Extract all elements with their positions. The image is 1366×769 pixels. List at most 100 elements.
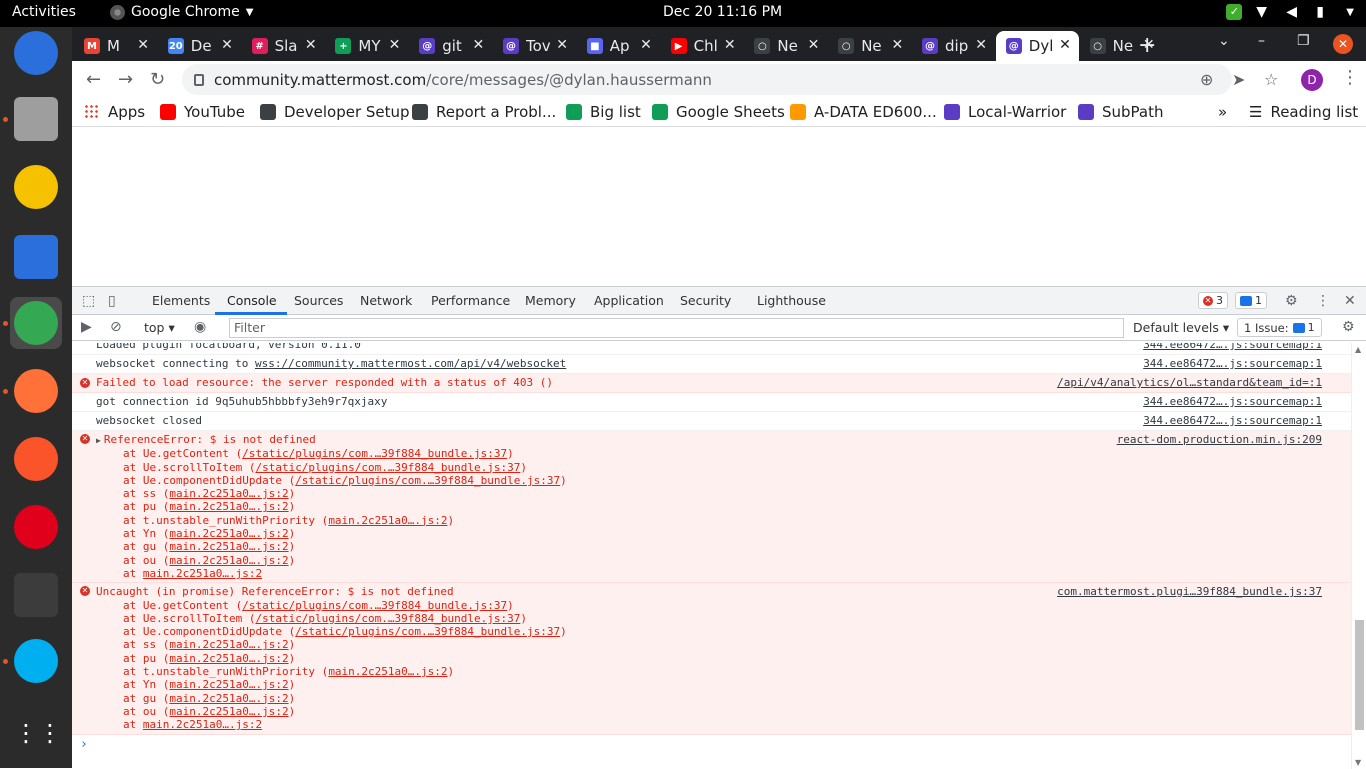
scroll-up-icon[interactable]: ▲ (1355, 345, 1361, 354)
dock-item[interactable] (10, 231, 62, 283)
bookmark-item[interactable]: Big list (566, 103, 641, 121)
dock-item[interactable] (10, 501, 62, 553)
browser-tab[interactable]: # Sla ✕ (242, 31, 325, 61)
stack-frame-link[interactable]: /static/plugins/com.…39f884_bundle.js:37 (295, 474, 560, 487)
browser-tab[interactable]: @ dip ✕ (912, 31, 995, 61)
tab-close-icon[interactable]: ✕ (1143, 37, 1155, 53)
browser-tab[interactable]: ○ Ne ✕ (744, 31, 827, 61)
stack-frame-link[interactable]: main.2c251a0….js:2 (328, 514, 447, 527)
scroll-down-icon[interactable]: ▼ (1355, 758, 1361, 767)
bookmark-item[interactable]: Developer Setup (260, 103, 410, 121)
tab-close-icon[interactable]: ✕ (137, 37, 149, 53)
address-bar[interactable]: community.mattermost.com/core/messages/@… (182, 64, 1232, 95)
tab-close-icon[interactable]: ✕ (389, 37, 401, 53)
browser-tab[interactable]: @ git ✕ (409, 31, 492, 61)
devtools-tab-application[interactable]: Application (594, 293, 664, 308)
dock-item[interactable] (10, 27, 62, 79)
stack-frame-link[interactable]: main.2c251a0….js:2 (143, 718, 262, 731)
stack-frame-link[interactable]: main.2c251a0….js:2 (169, 554, 288, 567)
maximize-button[interactable]: ❐ (1297, 33, 1310, 49)
console-source-link[interactable]: react-dom.production.min.js:209 (1117, 433, 1322, 446)
reload-icon[interactable]: ↻ (150, 69, 165, 90)
stack-frame-link[interactable]: main.2c251a0….js:2 (169, 487, 288, 500)
tab-close-icon[interactable]: ✕ (640, 37, 652, 53)
browser-tab[interactable]: M M ✕ (74, 31, 157, 61)
console-source-link[interactable]: 344.ee86472….js:sourcemap:1 (1143, 412, 1322, 430)
chrome-menu-icon[interactable]: ⋮ (1341, 67, 1359, 88)
back-icon[interactable]: ← (86, 69, 101, 90)
stack-frame-link[interactable]: main.2c251a0….js:2 (169, 500, 288, 513)
stack-frame-link[interactable]: /static/plugins/com.…39f884_bundle.js:37 (295, 625, 560, 638)
dock-item[interactable] (10, 93, 62, 145)
minimize-button[interactable]: – (1258, 33, 1265, 49)
close-devtools-icon[interactable]: ✕ (1344, 293, 1356, 309)
console-source-link[interactable]: 344.ee86472….js:sourcemap:1 (1143, 355, 1322, 373)
browser-tab[interactable]: + MY ✕ (325, 31, 408, 61)
devtools-tab-network[interactable]: Network (360, 293, 412, 308)
lock-icon[interactable] (194, 73, 204, 86)
console-source-link[interactable]: /api/v4/analytics/ol…standard&team_id=:1 (1057, 374, 1322, 392)
stack-frame-link[interactable]: main.2c251a0….js:2 (143, 567, 262, 580)
stack-frame-link[interactable]: main.2c251a0….js:2 (328, 665, 447, 678)
zoom-icon[interactable]: ⊕ (1200, 70, 1213, 89)
devtools-tab-lighthouse[interactable]: Lighthouse (757, 293, 826, 308)
clock[interactable]: Dec 20 11:16 PM (663, 4, 782, 20)
browser-tab[interactable]: ○ Ne ✕ (1080, 31, 1163, 61)
browser-tab[interactable]: ▶ Chl ✕ (661, 31, 744, 61)
devtools-menu-icon[interactable]: ⋮ (1316, 293, 1330, 309)
reading-list-button[interactable]: ☰ Reading list (1249, 103, 1358, 121)
dock-item[interactable] (10, 635, 62, 687)
tab-search-icon[interactable]: ⌄ (1218, 33, 1230, 49)
stack-frame-link[interactable]: main.2c251a0….js:2 (169, 678, 288, 691)
console-link[interactable]: wss://community.mattermost.com/api/v4/we… (255, 357, 566, 370)
tab-close-icon[interactable]: ✕ (221, 37, 233, 53)
tab-close-icon[interactable]: ✕ (556, 37, 568, 53)
issues-button[interactable]: 1 Issue: 1 (1237, 318, 1322, 337)
bookmarks-overflow-icon[interactable]: » (1218, 103, 1227, 121)
stack-frame-link[interactable]: /static/plugins/com.…39f884_bundle.js:37 (255, 612, 520, 625)
console-scrollbar[interactable]: ▲ ▼ (1351, 343, 1366, 769)
send-icon[interactable]: ➤ (1232, 70, 1245, 89)
system-tray[interactable]: ✓ ▼ ◀ ▮ ▼ (1226, 4, 1354, 20)
dock-item[interactable]: ⋮⋮⋮ (10, 707, 86, 759)
browser-tab[interactable]: @ Tov ✕ (493, 31, 576, 61)
console-prompt[interactable]: › (72, 735, 1351, 757)
devtools-tab-sources[interactable]: Sources (294, 293, 343, 308)
console-source-link[interactable]: 344.ee86472….js:sourcemap:1 (1143, 343, 1322, 350)
stack-frame-link[interactable]: main.2c251a0….js:2 (169, 652, 288, 665)
tab-close-icon[interactable]: ✕ (808, 37, 820, 53)
browser-tab[interactable]: @ Dyl ✕ (995, 31, 1079, 61)
dock-item[interactable] (10, 161, 62, 213)
stack-frame-link[interactable]: /static/plugins/com.…39f884_bundle.js:37 (242, 599, 507, 612)
device-toolbar-icon[interactable]: ▯ (108, 293, 116, 309)
scrollbar-thumb[interactable] (1355, 620, 1364, 730)
bookmark-item[interactable]: YouTube (160, 103, 245, 121)
log-levels-dropdown[interactable]: Default levels ▾ (1133, 320, 1229, 335)
stack-frame-link[interactable]: main.2c251a0….js:2 (169, 540, 288, 553)
error-count-badge[interactable]: ✕ 3 (1198, 292, 1228, 309)
dock-item[interactable] (10, 365, 62, 417)
clear-console-icon[interactable]: ⊘ (110, 319, 122, 335)
forward-icon[interactable]: → (118, 69, 133, 90)
devtools-tab-performance[interactable]: Performance (431, 293, 510, 308)
devtools-tab-console[interactable]: Console (227, 293, 277, 308)
stack-frame-link[interactable]: /static/plugins/com.…39f884_bundle.js:37 (255, 461, 520, 474)
tab-close-icon[interactable]: ✕ (1059, 37, 1071, 53)
bookmark-item[interactable]: Google Sheets (652, 103, 785, 121)
close-window-button[interactable]: ✕ (1333, 34, 1353, 54)
console-source-link[interactable]: 344.ee86472….js:sourcemap:1 (1143, 393, 1322, 411)
devtools-tab-security[interactable]: Security (680, 293, 731, 308)
stack-frame-link[interactable]: /static/plugins/com.…39f884_bundle.js:37 (242, 447, 507, 460)
devtools-tab-elements[interactable]: Elements (152, 293, 210, 308)
tab-close-icon[interactable]: ✕ (975, 37, 987, 53)
stack-frame-link[interactable]: main.2c251a0….js:2 (169, 705, 288, 718)
dock-item[interactable] (10, 569, 62, 621)
issue-count-badge[interactable]: 1 (1235, 292, 1267, 309)
profile-avatar[interactable]: D (1301, 69, 1323, 91)
activities-button[interactable]: Activities (12, 4, 76, 20)
context-select[interactable]: top ▾ (144, 320, 175, 335)
filter-input[interactable]: Filter (229, 318, 1124, 338)
bookmark-item[interactable]: Report a Probl... (412, 103, 556, 121)
stack-frame-link[interactable]: main.2c251a0….js:2 (169, 527, 288, 540)
browser-tab[interactable]: ■ Ap ✕ (577, 31, 660, 61)
